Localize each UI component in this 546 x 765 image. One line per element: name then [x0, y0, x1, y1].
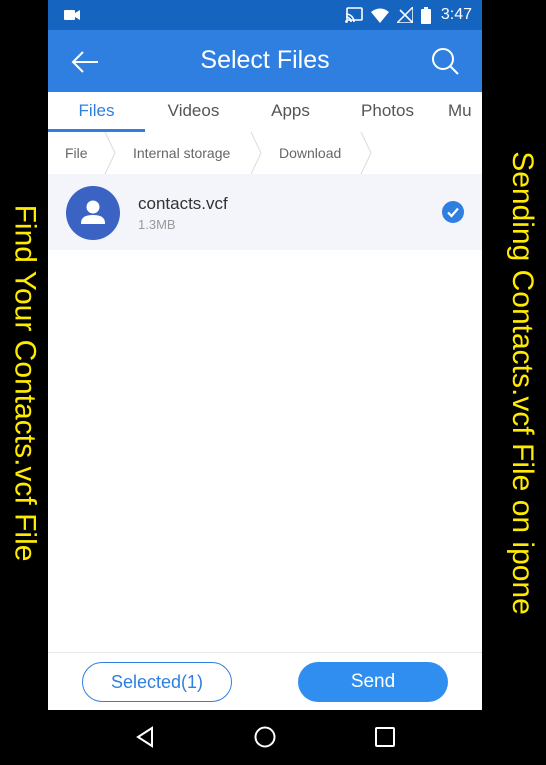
tab-apps[interactable]: Apps	[242, 92, 339, 130]
status-bar: 3:47	[48, 0, 482, 30]
file-list-item[interactable]: contacts.vcf 1.3MB	[48, 174, 482, 250]
breadcrumb-chevron-icon	[104, 132, 116, 174]
bottom-action-bar: Selected(1) Send	[48, 652, 482, 710]
send-button[interactable]: Send	[298, 662, 448, 702]
tab-photos[interactable]: Photos	[339, 92, 436, 130]
home-circle-icon[interactable]	[252, 724, 278, 750]
tab-videos[interactable]: Videos	[145, 92, 242, 130]
no-sim-icon	[396, 7, 413, 23]
file-size: 1.3MB	[138, 217, 176, 232]
search-icon[interactable]	[430, 46, 460, 76]
selected-count-button[interactable]: Selected(1)	[82, 662, 232, 702]
status-time: 3:47	[440, 6, 472, 23]
contact-avatar-icon	[66, 186, 120, 240]
breadcrumb-file[interactable]: File	[65, 132, 88, 174]
status-icons: 3:47	[344, 0, 472, 30]
wifi-icon	[370, 8, 389, 23]
right-caption: Sending Contacts.vcf File on ipone	[498, 0, 546, 765]
file-name: contacts.vcf	[138, 194, 228, 213]
phone-screen: 3:47 Select Files Files Videos Apps Phot…	[48, 0, 482, 710]
back-triangle-icon[interactable]	[133, 724, 159, 750]
breadcrumb-internal-storage[interactable]: Internal storage	[133, 132, 230, 174]
page-title: Select Files	[200, 46, 330, 74]
breadcrumb-chevron-icon	[360, 132, 372, 174]
battery-icon	[420, 6, 431, 24]
selected-check-icon[interactable]	[442, 201, 464, 223]
tab-files[interactable]: Files	[48, 92, 145, 130]
breadcrumb-download[interactable]: Download	[279, 132, 341, 174]
recents-square-icon[interactable]	[372, 724, 398, 750]
breadcrumb: File Internal storage Download	[48, 132, 482, 175]
tab-strip: Files Videos Apps Photos Mu	[48, 92, 482, 133]
cast-icon	[344, 7, 363, 23]
tab-music[interactable]: Mu	[448, 92, 482, 130]
system-nav-bar	[48, 710, 482, 765]
video-camera-icon	[64, 10, 80, 20]
left-caption-text: Find Your Contacts.vcf File	[8, 204, 41, 561]
right-caption-text: Sending Contacts.vcf File on ipone	[506, 150, 540, 615]
breadcrumb-chevron-icon	[250, 132, 262, 174]
app-bar: Select Files	[48, 30, 482, 92]
left-caption: Find Your Contacts.vcf File	[0, 0, 48, 765]
